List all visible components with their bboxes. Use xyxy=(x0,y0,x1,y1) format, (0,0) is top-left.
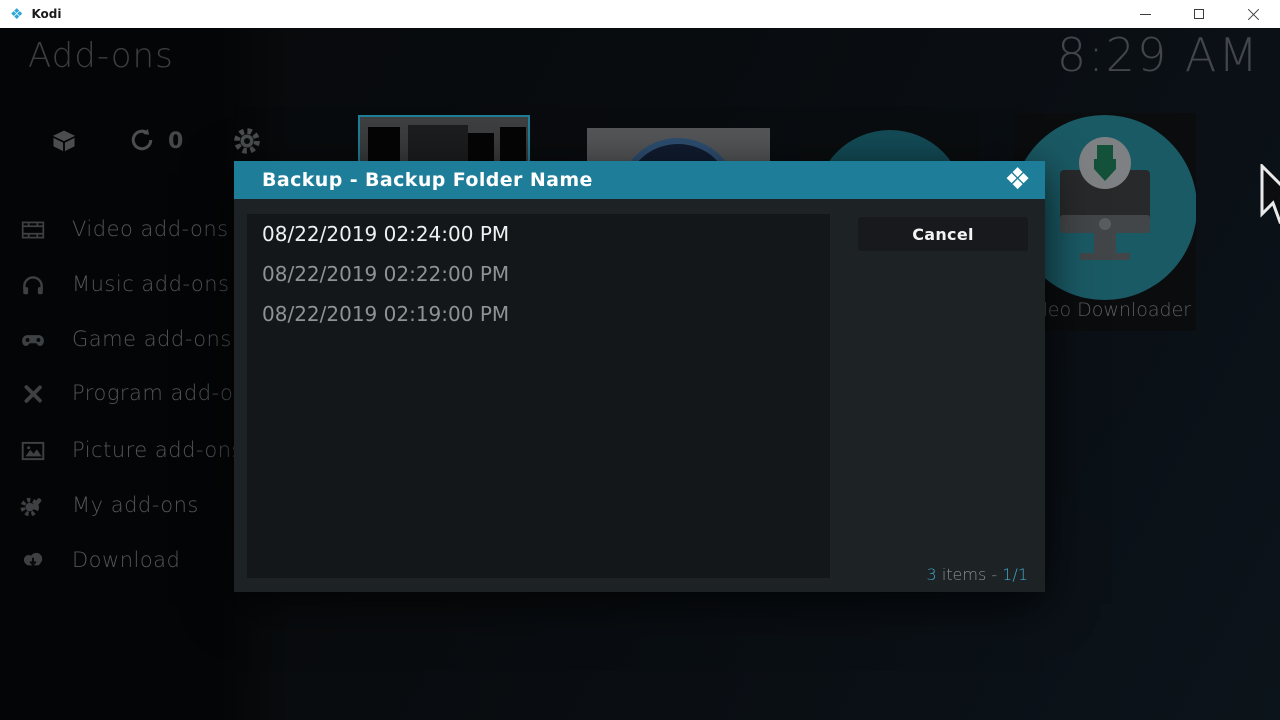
update-count: 0 xyxy=(168,129,183,154)
minimize-button[interactable] xyxy=(1118,0,1172,28)
refresh-icon[interactable] xyxy=(128,126,156,158)
sidebar-item-label: Video add-ons xyxy=(72,217,229,241)
window-controls xyxy=(1118,0,1280,28)
dialog-header: Backup - Backup Folder Name ❖ xyxy=(234,161,1045,199)
clock: 8:29 AM xyxy=(1057,28,1260,82)
item-count: 3 xyxy=(927,565,937,584)
sidebar-item-label: Game add-ons xyxy=(72,327,232,351)
cloud-download-icon xyxy=(20,548,46,578)
list-item[interactable]: 08/22/2019 02:24:00 PM xyxy=(247,214,830,254)
kodi-screen: Add-ons 8:29 AM 0 xyxy=(0,28,1280,720)
sidebar-item-label: Download xyxy=(72,548,180,572)
minimize-icon xyxy=(1140,14,1151,15)
film-icon xyxy=(20,217,46,247)
picture-icon xyxy=(20,438,46,468)
kodi-logo-icon: ❖ xyxy=(1004,161,1031,199)
gamepad-icon xyxy=(20,327,46,357)
page-indicator: 1/1 xyxy=(1002,565,1028,584)
settings-gear-icon[interactable] xyxy=(232,126,262,160)
close-button[interactable] xyxy=(1226,0,1280,28)
list-item[interactable]: 08/22/2019 02:19:00 PM xyxy=(247,294,830,334)
item-count-text: items - xyxy=(937,565,1003,584)
item-count-status: 3 items - 1/1 xyxy=(927,565,1028,584)
headphones-icon xyxy=(20,272,46,302)
list-item[interactable]: 08/22/2019 02:22:00 PM xyxy=(247,254,830,294)
maximize-icon xyxy=(1194,9,1204,19)
sidebar-item-label: Picture add-ons xyxy=(72,438,243,462)
page-title: Add-ons xyxy=(28,36,174,76)
package-icon[interactable] xyxy=(50,126,78,158)
mouse-cursor-icon xyxy=(1252,164,1280,230)
addon-gear-icon xyxy=(20,493,46,523)
kodi-window: ❖ Kodi Add-ons 8:29 AM xyxy=(0,0,1280,720)
backup-folder-list: 08/22/2019 02:24:00 PM 08/22/2019 02:22:… xyxy=(247,214,830,578)
cancel-button[interactable]: Cancel xyxy=(858,217,1028,251)
maximize-button[interactable] xyxy=(1172,0,1226,28)
kodi-logo-icon: ❖ xyxy=(10,0,23,28)
sidebar-item-label: Program add-ons xyxy=(72,381,259,405)
window-title: Kodi xyxy=(31,7,61,21)
dialog-title: Backup - Backup Folder Name xyxy=(262,169,593,191)
dialog-body: 08/22/2019 02:24:00 PM 08/22/2019 02:22:… xyxy=(234,199,1045,592)
sidebar-item-label: My add-ons xyxy=(72,493,199,517)
toolbar: 0 xyxy=(0,126,300,160)
close-icon xyxy=(1247,8,1260,21)
backup-dialog: Backup - Backup Folder Name ❖ 08/22/2019… xyxy=(234,161,1045,592)
tools-icon xyxy=(20,381,46,411)
sidebar-item-label: Music add-ons xyxy=(72,272,230,296)
titlebar: ❖ Kodi xyxy=(0,0,1280,28)
